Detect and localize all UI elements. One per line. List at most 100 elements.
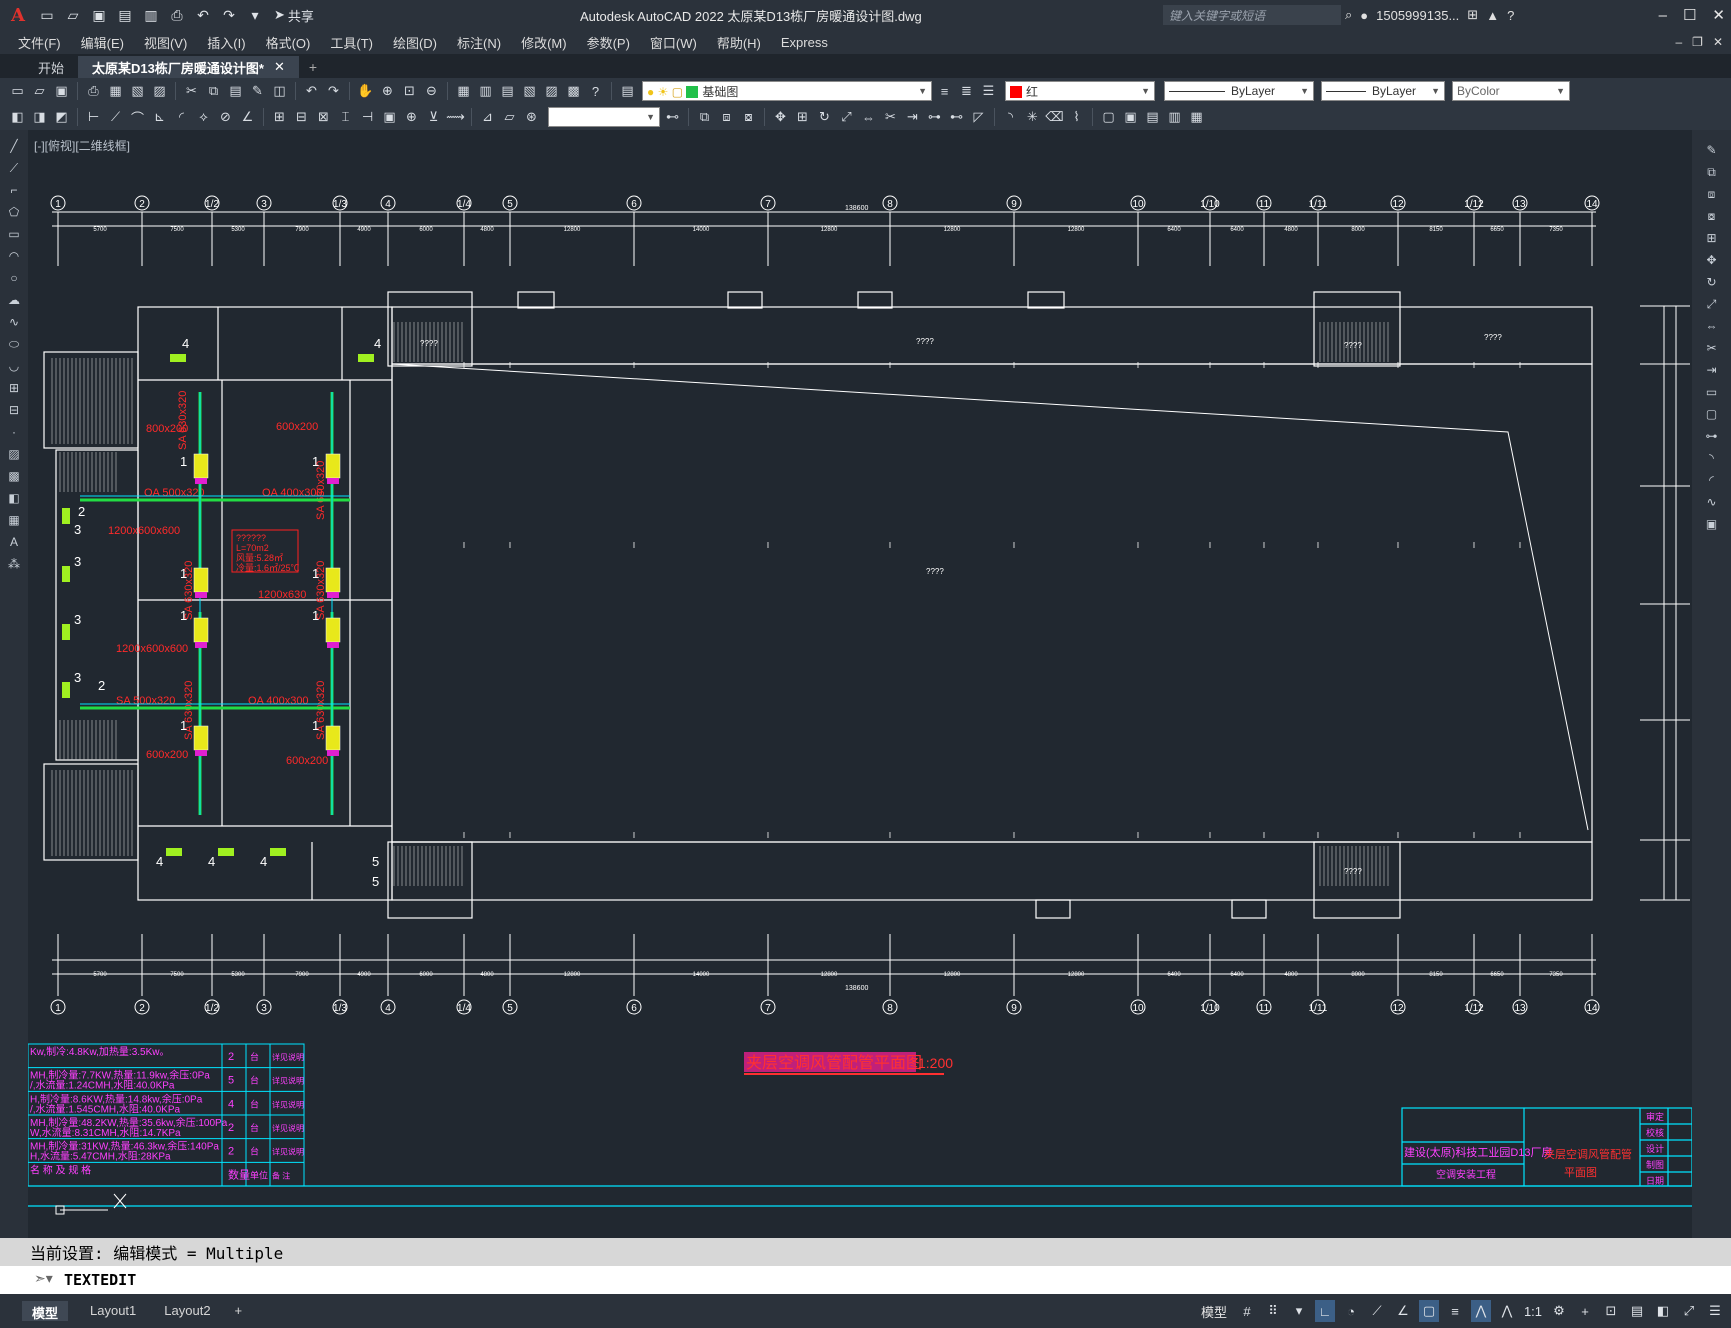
user-icon[interactable]: ● <box>1360 8 1368 23</box>
dim-edit-icon[interactable]: ⊿ <box>478 108 497 127</box>
search-icon[interactable]: ⌕ <box>1345 7 1352 23</box>
chamfer-icon[interactable]: ◸ <box>969 108 988 127</box>
polygon-icon[interactable]: ⬠ <box>4 202 24 222</box>
layer-manager-icon[interactable]: ▤ <box>618 82 637 101</box>
scale-icon[interactable]: ⤢ <box>837 108 856 127</box>
array-pal-icon[interactable]: ⊞ <box>1702 228 1722 248</box>
fillet-icon[interactable]: ◝ <box>1001 108 1020 127</box>
layer-iso-icon[interactable]: ◧ <box>8 108 27 127</box>
table-icon[interactable]: ▦ <box>4 510 24 530</box>
3d-print-icon[interactable]: ▨ <box>150 82 169 101</box>
design-center-icon[interactable]: ▥ <box>476 82 495 101</box>
bring-front-icon[interactable]: ▦ <box>1187 108 1206 127</box>
quick-dim-icon[interactable]: ⊞ <box>270 108 289 127</box>
chamfer-pal-icon[interactable]: ⊶ <box>1702 426 1722 446</box>
menu-parametric[interactable]: 参数(P) <box>579 33 642 52</box>
rectangle-icon[interactable]: ▭ <box>4 224 24 244</box>
add-selected-icon[interactable]: ⁂ <box>4 554 24 574</box>
pan-icon[interactable]: ✋ <box>356 82 375 101</box>
erase-pal-icon[interactable]: ✎ <box>1702 140 1722 160</box>
linear-dim-icon[interactable]: ⊢ <box>84 108 103 127</box>
menu-insert[interactable]: 插入(I) <box>199 33 257 52</box>
new-icon[interactable]: ▭ <box>8 82 27 101</box>
baseline-dim-icon[interactable]: ⊟ <box>292 108 311 127</box>
menu-dimension[interactable]: 标注(N) <box>449 33 513 52</box>
block-editor-icon[interactable]: ◫ <box>270 82 289 101</box>
move-icon[interactable]: ✥ <box>771 108 790 127</box>
redo-icon[interactable]: ↷ <box>218 4 240 26</box>
tab-close-icon[interactable]: ✕ <box>274 59 285 75</box>
ungroup-icon[interactable]: ▣ <box>1121 108 1140 127</box>
dim-update-icon[interactable]: ⊛ <box>522 108 541 127</box>
offset-pal-icon[interactable]: ⧇ <box>1702 206 1722 226</box>
annotation-scale[interactable]: 1:1 <box>1523 1300 1543 1322</box>
snap-dropdown-icon[interactable]: ▾ <box>1289 1300 1309 1322</box>
preview-icon[interactable]: ▦ <box>106 82 125 101</box>
line-icon[interactable]: ╱ <box>4 136 24 156</box>
break-icon[interactable]: ⊶ <box>925 108 944 127</box>
viewport-controls[interactable]: [-][俯视][二维线框] <box>34 137 130 154</box>
paste-icon[interactable]: ▤ <box>226 82 245 101</box>
maximize-icon[interactable]: ☐ <box>1683 6 1696 24</box>
osnap-icon[interactable]: ▢ <box>1419 1300 1439 1322</box>
plot-tb-icon[interactable]: ⎙ <box>84 82 103 101</box>
calculator-icon[interactable]: ▩ <box>564 82 583 101</box>
rotate-pal-icon[interactable]: ↻ <box>1702 272 1722 292</box>
menu-help[interactable]: 帮助(H) <box>709 33 773 52</box>
explode-pal-icon[interactable]: ▣ <box>1702 514 1722 534</box>
menu-modify[interactable]: 修改(M) <box>513 33 579 52</box>
quick-props-icon[interactable]: ▤ <box>1627 1300 1647 1322</box>
menu-express[interactable]: Express <box>773 35 840 50</box>
inspect-icon[interactable]: ⊻ <box>424 108 443 127</box>
continue-dim-icon[interactable]: ⊠ <box>314 108 333 127</box>
layer-walk-icon[interactable]: ◩ <box>52 108 71 127</box>
new-file-icon[interactable]: ▭ <box>36 4 58 26</box>
make-current-layer-icon[interactable]: ≡ <box>935 82 954 101</box>
blend-pal-icon[interactable]: ◜ <box>1702 470 1722 490</box>
drawing-canvas[interactable]: 138600 138600 1 1 2 2 1/2 1/2 3 3 1/3 1/3 4 4 1/4 1/4 I I… <box>28 130 1692 1238</box>
color-dropdown[interactable]: 红 ▼ <box>1005 81 1155 101</box>
autodesk-app-icon[interactable]: ▲ <box>1486 8 1499 23</box>
fullscreen-icon[interactable]: ⤢ <box>1679 1300 1699 1322</box>
print-icon[interactable]: ⎙ <box>166 4 188 26</box>
layer-dropdown[interactable]: ● ☀ ▢ 基础图 ▼ <box>642 81 932 101</box>
tab-start[interactable]: 开始 <box>24 56 78 78</box>
layer-previous-icon[interactable]: ≣ <box>957 82 976 101</box>
make-block-icon[interactable]: ⊟ <box>4 400 24 420</box>
ortho-icon[interactable]: ∟ <box>1315 1300 1335 1322</box>
copy-tb-icon[interactable]: ⧉ <box>695 108 714 127</box>
ellipse-arc-icon[interactable]: ◡ <box>4 356 24 376</box>
lineweight-icon[interactable]: ≡ <box>1445 1300 1465 1322</box>
tool-palettes-icon[interactable]: ▤ <box>498 82 517 101</box>
stretch-pal-icon[interactable]: ⇔ <box>1702 316 1722 336</box>
open-file-icon[interactable]: ▱ <box>62 4 84 26</box>
menu-view[interactable]: 视图(V) <box>136 33 199 52</box>
move-pal-icon[interactable]: ✥ <box>1702 250 1722 270</box>
trim-icon[interactable]: ✂ <box>881 108 900 127</box>
hatch-icon[interactable]: ▨ <box>4 444 24 464</box>
cart-icon[interactable]: ⊞ <box>1467 7 1478 23</box>
help-tb-icon[interactable]: ? <box>586 82 605 101</box>
auto-scale-icon[interactable]: ⋀ <box>1497 1300 1517 1322</box>
layer-state-icon[interactable]: ☰ <box>979 82 998 101</box>
ordinate-dim-icon[interactable]: ⊾ <box>150 108 169 127</box>
undo-tb-icon[interactable]: ↶ <box>302 82 321 101</box>
circle-icon[interactable]: ○ <box>4 268 24 288</box>
group-edit-icon[interactable]: ▤ <box>1143 108 1162 127</box>
doc-minimize-icon[interactable]: – <box>1675 35 1682 49</box>
menu-window[interactable]: 窗口(W) <box>642 33 709 52</box>
arc-length-icon[interactable]: ⌒ <box>128 108 147 127</box>
zoom-realtime-icon[interactable]: ⊕ <box>378 82 397 101</box>
annotation-monitor-icon[interactable]: + <box>1575 1300 1595 1322</box>
undo-icon[interactable]: ↶ <box>192 4 214 26</box>
group-icon[interactable]: ▢ <box>1099 108 1118 127</box>
region-icon[interactable]: ◧ <box>4 488 24 508</box>
plot-icon[interactable]: ▥ <box>140 4 162 26</box>
osnap-track-icon[interactable]: ∠ <box>1393 1300 1413 1322</box>
open-icon[interactable]: ▱ <box>30 82 49 101</box>
jogged-linear-icon[interactable]: ⟿ <box>446 108 465 127</box>
share-button[interactable]: ➤ 共享 <box>274 6 314 25</box>
mirror-icon[interactable]: ⧈ <box>717 108 736 127</box>
search-input[interactable]: 键入关键字或短语 <box>1163 5 1341 25</box>
dim-style-icon[interactable]: ⊷ <box>663 108 682 127</box>
